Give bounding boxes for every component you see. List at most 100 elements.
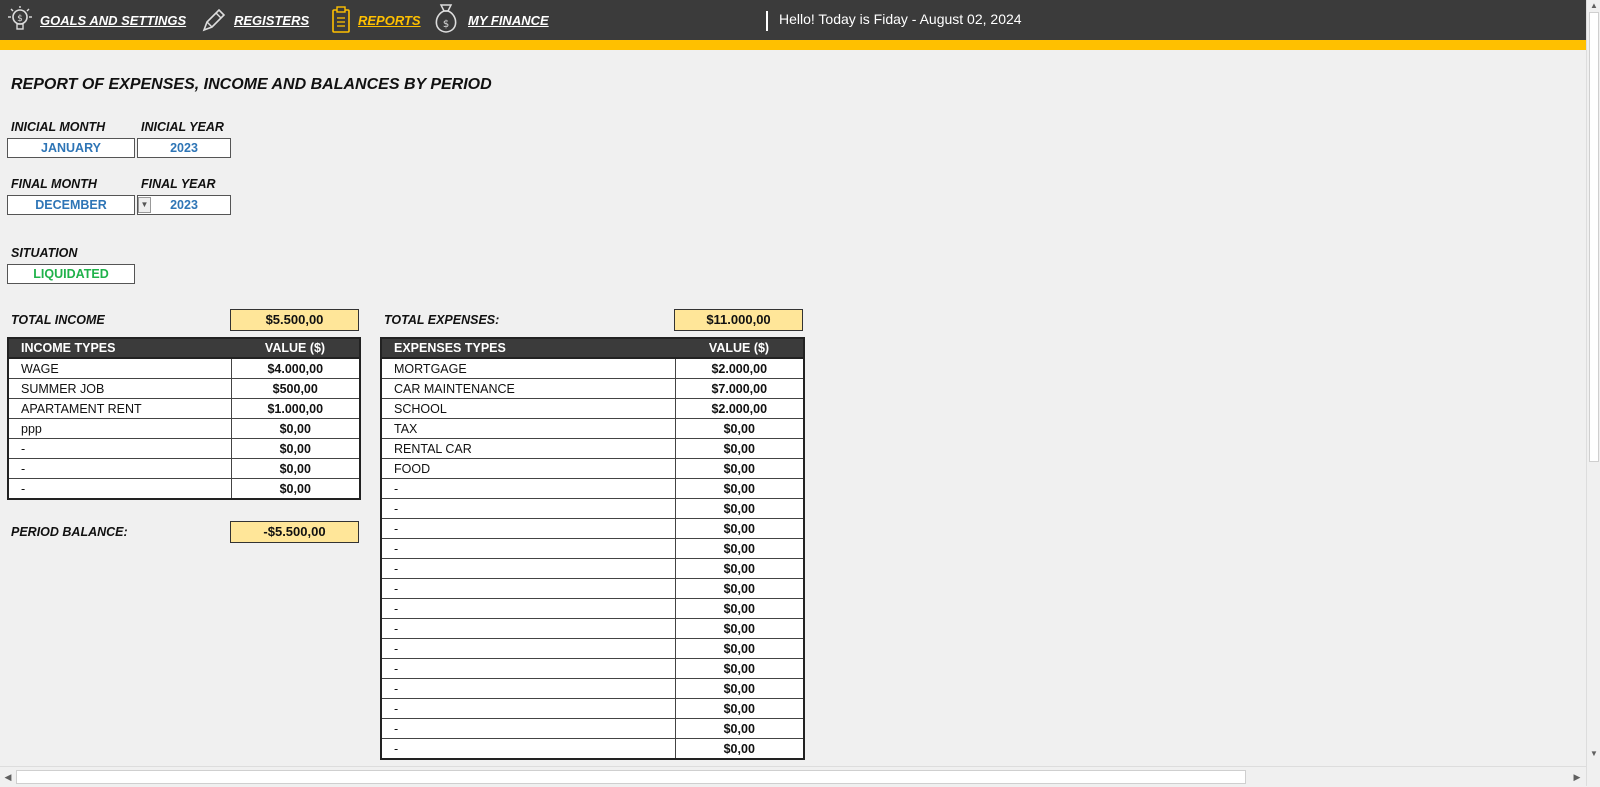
value-cell[interactable]: $0,00 bbox=[674, 678, 805, 699]
type-cell[interactable]: - bbox=[380, 478, 676, 499]
value-cell[interactable]: $0,00 bbox=[674, 458, 805, 479]
type-cell[interactable]: - bbox=[380, 718, 676, 739]
type-cell[interactable]: - bbox=[7, 458, 232, 479]
table-row: RENTAL CAR $0,00 bbox=[380, 438, 805, 459]
value-cell[interactable]: $2.000,00 bbox=[674, 357, 805, 379]
nav-label[interactable]: REGISTERS bbox=[234, 13, 309, 28]
horizontal-scroll-thumb[interactable] bbox=[16, 770, 1246, 784]
svg-text:$: $ bbox=[443, 19, 449, 30]
value-cell[interactable]: $0,00 bbox=[230, 418, 361, 439]
value-cell[interactable]: $0,00 bbox=[674, 738, 805, 760]
type-cell[interactable]: - bbox=[380, 598, 676, 619]
table-row: - $0,00 bbox=[380, 698, 805, 719]
horizontal-scrollbar[interactable]: ◀ ▶ bbox=[0, 766, 1586, 787]
value-cell[interactable]: $0,00 bbox=[674, 638, 805, 659]
money-bag-icon: $ bbox=[430, 1, 462, 35]
table-row: - $0,00 bbox=[380, 578, 805, 599]
type-cell[interactable]: CAR MAINTENANCE bbox=[380, 378, 676, 399]
page-title: REPORT OF EXPENSES, INCOME AND BALANCES … bbox=[11, 76, 492, 93]
table-row: - $0,00 bbox=[380, 658, 805, 679]
type-cell[interactable]: TAX bbox=[380, 418, 676, 439]
type-cell[interactable]: SUMMER JOB bbox=[7, 378, 232, 399]
period-balance-label: PERIOD BALANCE: bbox=[11, 525, 128, 539]
type-cell[interactable]: - bbox=[380, 518, 676, 539]
nav-my-finance[interactable]: $ MY FINANCE bbox=[430, 4, 549, 34]
final-month-field[interactable]: DECEMBER bbox=[7, 195, 135, 215]
initial-year-field[interactable]: 2023 bbox=[137, 138, 231, 158]
value-cell[interactable]: $0,00 bbox=[674, 658, 805, 679]
type-cell[interactable]: MORTGAGE bbox=[380, 357, 676, 379]
value-cell[interactable]: $0,00 bbox=[230, 438, 361, 459]
table-row: - $0,00 bbox=[380, 678, 805, 699]
income-value-header: VALUE ($) bbox=[231, 338, 360, 359]
type-cell[interactable]: - bbox=[380, 698, 676, 719]
nav-label[interactable]: REPORTS bbox=[358, 13, 421, 28]
type-cell[interactable]: SCHOOL bbox=[380, 398, 676, 419]
final-year-field[interactable]: ▼ 2023 bbox=[137, 195, 231, 215]
type-cell[interactable]: APARTAMENT RENT bbox=[7, 398, 232, 419]
scroll-up-icon[interactable]: ▲ bbox=[1587, 0, 1600, 12]
type-cell[interactable]: - bbox=[380, 658, 676, 679]
type-cell[interactable]: ppp bbox=[7, 418, 232, 439]
lightbulb-dollar-icon: $ bbox=[4, 6, 34, 34]
situation-label: SITUATION bbox=[11, 246, 78, 260]
situation-field[interactable]: LIQUIDATED bbox=[7, 264, 135, 284]
table-row: - $0,00 bbox=[380, 478, 805, 499]
pencil-icon bbox=[198, 6, 228, 34]
value-cell[interactable]: $0,00 bbox=[674, 718, 805, 739]
scroll-left-icon[interactable]: ◀ bbox=[1, 770, 15, 784]
nav-label[interactable]: MY FINANCE bbox=[468, 13, 549, 28]
initial-month-field[interactable]: JANUARY bbox=[7, 138, 135, 158]
value-cell[interactable]: $0,00 bbox=[230, 458, 361, 479]
type-cell[interactable]: - bbox=[7, 478, 232, 500]
table-row: SCHOOL $2.000,00 bbox=[380, 398, 805, 419]
value-cell[interactable]: $7.000,00 bbox=[674, 378, 805, 399]
value-cell[interactable]: $0,00 bbox=[674, 478, 805, 499]
value-cell[interactable]: $0,00 bbox=[674, 498, 805, 519]
type-cell[interactable]: RENTAL CAR bbox=[380, 438, 676, 459]
nav-label[interactable]: GOALS AND SETTINGS bbox=[40, 13, 186, 28]
type-cell[interactable]: - bbox=[380, 738, 676, 760]
value-cell[interactable]: $0,00 bbox=[674, 438, 805, 459]
type-cell[interactable]: - bbox=[380, 618, 676, 639]
value-cell[interactable]: $0,00 bbox=[674, 558, 805, 579]
table-row: - $0,00 bbox=[380, 598, 805, 619]
clipboard-icon bbox=[330, 6, 352, 34]
value-cell[interactable]: $0,00 bbox=[674, 418, 805, 439]
type-cell[interactable]: - bbox=[380, 498, 676, 519]
type-cell[interactable]: - bbox=[380, 578, 676, 599]
nav-reports[interactable]: REPORTS bbox=[330, 6, 421, 34]
value-cell[interactable]: $1.000,00 bbox=[230, 398, 361, 419]
scroll-right-icon[interactable]: ▶ bbox=[1570, 770, 1584, 784]
vertical-scrollbar[interactable]: ▲ ▼ bbox=[1586, 0, 1600, 786]
value-cell[interactable]: $0,00 bbox=[674, 698, 805, 719]
income-table: INCOME TYPES VALUE ($) WAGE $4.000,00 SUMM… bbox=[7, 337, 361, 500]
dropdown-arrow-icon[interactable]: ▼ bbox=[138, 197, 151, 213]
type-cell[interactable]: FOOD bbox=[380, 458, 676, 479]
type-cell[interactable]: - bbox=[380, 558, 676, 579]
value-cell[interactable]: $0,00 bbox=[674, 618, 805, 639]
table-header-row: INCOME TYPES VALUE ($) bbox=[8, 338, 360, 359]
income-types-header: INCOME TYPES bbox=[8, 338, 231, 359]
type-cell[interactable]: - bbox=[380, 678, 676, 699]
value-cell[interactable]: $0,00 bbox=[674, 518, 805, 539]
type-cell[interactable]: - bbox=[7, 438, 232, 459]
nav-registers[interactable]: REGISTERS bbox=[198, 6, 309, 34]
value-cell[interactable]: $0,00 bbox=[674, 538, 805, 559]
table-row: - $0,00 bbox=[380, 558, 805, 579]
value-cell[interactable]: $0,00 bbox=[230, 478, 361, 500]
type-cell[interactable]: - bbox=[380, 638, 676, 659]
value-cell[interactable]: $500,00 bbox=[230, 378, 361, 399]
value-cell[interactable]: $4.000,00 bbox=[230, 357, 361, 379]
value-cell[interactable]: $0,00 bbox=[674, 578, 805, 599]
expenses-value-header: VALUE ($) bbox=[675, 338, 804, 359]
value-cell[interactable]: $0,00 bbox=[674, 598, 805, 619]
type-cell[interactable]: - bbox=[380, 538, 676, 559]
table-row: WAGE $4.000,00 bbox=[7, 357, 361, 379]
value-cell[interactable]: $2.000,00 bbox=[674, 398, 805, 419]
vertical-scroll-thumb[interactable] bbox=[1589, 12, 1599, 462]
type-cell[interactable]: WAGE bbox=[7, 357, 232, 379]
final-year-value: 2023 bbox=[170, 198, 198, 212]
nav-goals-and-settings[interactable]: $ GOALS AND SETTINGS bbox=[4, 6, 186, 34]
scroll-down-icon[interactable]: ▼ bbox=[1587, 748, 1600, 760]
